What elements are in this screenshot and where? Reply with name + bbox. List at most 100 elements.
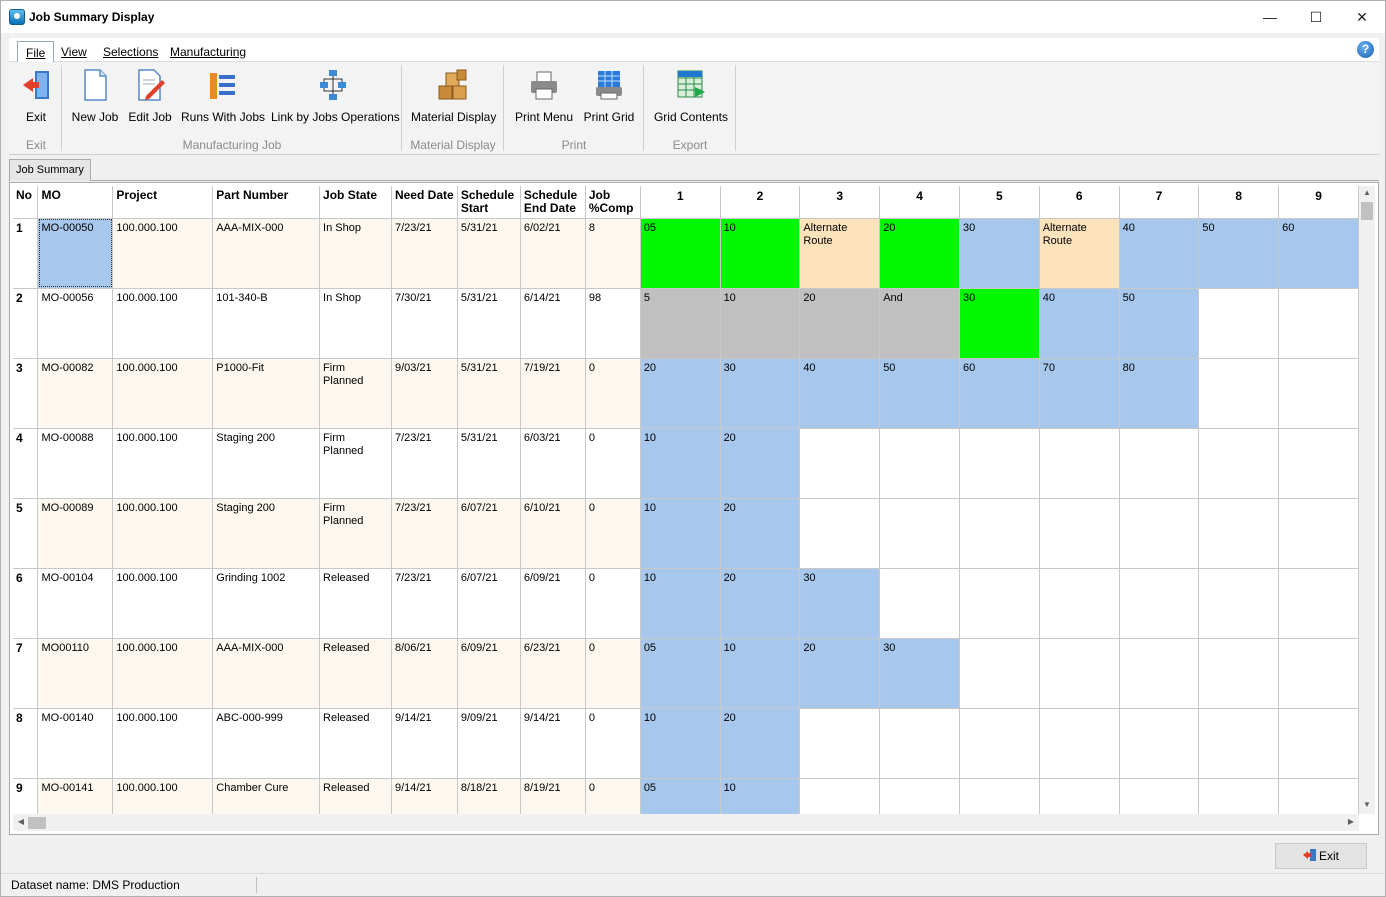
job-comp-cell[interactable]: 8 — [585, 218, 641, 289]
need-date-cell[interactable]: 7/23/21 — [391, 568, 458, 639]
grid-contents-button[interactable]: Grid Contents — [653, 66, 729, 126]
operation-cell[interactable] — [1039, 778, 1120, 814]
project-cell[interactable]: 100.000.100 — [112, 288, 214, 359]
menu-file[interactable]: File — [17, 41, 55, 63]
title-bar[interactable]: Job Summary Display — ☐ ✕ — [1, 1, 1385, 33]
operation-cell[interactable] — [959, 498, 1040, 569]
operation-cell[interactable] — [1119, 778, 1200, 814]
operation-cell[interactable] — [1278, 288, 1359, 359]
operation-cell[interactable] — [879, 568, 960, 639]
operation-cell[interactable] — [1039, 708, 1120, 779]
operation-cell[interactable] — [1278, 708, 1359, 779]
project-cell[interactable]: 100.000.100 — [112, 358, 214, 429]
operation-cell[interactable]: 40 — [1119, 218, 1200, 289]
operation-cell[interactable]: 40 — [799, 358, 881, 429]
operation-cell[interactable]: 30 — [959, 288, 1040, 359]
project-cell[interactable]: 100.000.100 — [112, 778, 214, 814]
operation-cell[interactable] — [879, 428, 960, 499]
job-comp-cell[interactable]: 0 — [585, 638, 641, 709]
job-comp-cell[interactable]: 0 — [585, 428, 641, 499]
help-icon[interactable]: ? — [1357, 41, 1374, 58]
operation-cell[interactable]: 60 — [1278, 218, 1359, 289]
project-cell[interactable]: 100.000.100 — [112, 498, 214, 569]
part-number-cell[interactable]: AAA-MIX-000 — [212, 218, 321, 289]
part-number-cell[interactable]: 101-340-B — [212, 288, 321, 359]
operation-cell[interactable] — [1198, 568, 1280, 639]
close-button[interactable]: ✕ — [1339, 1, 1385, 33]
project-cell[interactable]: 100.000.100 — [112, 708, 214, 779]
job-comp-cell[interactable]: 0 — [585, 358, 641, 429]
part-number-cell[interactable]: Staging 200 — [212, 498, 321, 569]
operation-cell[interactable] — [1119, 498, 1200, 569]
operation-cell[interactable] — [799, 498, 881, 569]
operation-cell[interactable]: 50 — [879, 358, 960, 429]
operation-cell[interactable] — [1278, 638, 1359, 709]
operation-cell[interactable] — [959, 638, 1040, 709]
schedule-end-date-cell[interactable]: 8/19/21 — [520, 778, 586, 814]
schedule-start-cell[interactable]: 5/31/21 — [457, 218, 521, 289]
table-row[interactable]: 2 MO-00056 100.000.100 101-340-B In Shop 7/30… — [13, 288, 1359, 359]
table-row[interactable]: 6 MO-00104 100.000.100 Grinding 1002 Release… — [13, 568, 1359, 639]
schedule-end-date-cell[interactable]: 6/14/21 — [520, 288, 586, 359]
job-state-cell[interactable]: Firm Planned — [319, 358, 392, 429]
mo-cell[interactable]: MO00110 — [37, 638, 114, 709]
job-state-cell[interactable]: Firm Planned — [319, 428, 392, 499]
column-header[interactable]: Job %Comp — [585, 186, 641, 219]
operation-cell[interactable]: 50 — [1119, 288, 1200, 359]
column-header[interactable]: No — [13, 186, 39, 219]
print-menu-button[interactable]: Print Menu — [513, 66, 575, 126]
operation-cell[interactable]: 80 — [1119, 358, 1200, 429]
need-date-cell[interactable]: 8/06/21 — [391, 638, 458, 709]
operation-cell[interactable]: 20 — [720, 498, 801, 569]
column-header[interactable]: 1 — [640, 186, 721, 219]
operation-cell[interactable] — [1278, 358, 1359, 429]
part-number-cell[interactable]: Grinding 1002 — [212, 568, 321, 639]
job-state-cell[interactable]: In Shop — [319, 218, 392, 289]
mo-cell[interactable]: MO-00104 — [37, 568, 114, 639]
job-state-cell[interactable]: Released — [319, 638, 392, 709]
row-number-cell[interactable]: 4 — [13, 428, 39, 499]
column-header[interactable]: 9 — [1278, 186, 1359, 219]
schedule-start-cell[interactable]: 8/18/21 — [457, 778, 521, 814]
operation-cell[interactable] — [959, 428, 1040, 499]
job-state-cell[interactable]: Firm Planned — [319, 498, 392, 569]
operation-cell[interactable] — [1198, 638, 1280, 709]
exit-ribbon-button[interactable]: Exit — [13, 66, 59, 126]
table-row[interactable]: 1 MO-00050 100.000.100 AAA-MIX-000 In Shop 7/… — [13, 218, 1359, 289]
operation-cell[interactable] — [959, 708, 1040, 779]
operation-cell[interactable]: 10 — [720, 288, 801, 359]
table-row[interactable]: 5 MO-00089 100.000.100 Staging 200 Firm Plan… — [13, 498, 1359, 569]
operation-cell[interactable] — [799, 428, 881, 499]
link-by-jobs-operations-button[interactable]: Link by Jobs Operations — [271, 66, 400, 126]
part-number-cell[interactable]: Staging 200 — [212, 428, 321, 499]
row-number-cell[interactable]: 1 — [13, 218, 39, 289]
schedule-start-cell[interactable]: 5/31/21 — [457, 358, 521, 429]
schedule-end-date-cell[interactable]: 6/09/21 — [520, 568, 586, 639]
need-date-cell[interactable]: 7/30/21 — [391, 288, 458, 359]
job-comp-cell[interactable]: 98 — [585, 288, 641, 359]
operation-cell[interactable]: 05 — [640, 218, 721, 289]
job-comp-cell[interactable]: 0 — [585, 498, 641, 569]
row-number-cell[interactable]: 5 — [13, 498, 39, 569]
operation-cell[interactable]: 20 — [799, 638, 881, 709]
schedule-start-cell[interactable]: 5/31/21 — [457, 288, 521, 359]
table-row[interactable]: 3 MO-00082 100.000.100 P1000-Fit Firm Planne… — [13, 358, 1359, 429]
mo-cell[interactable]: MO-00141 — [37, 778, 114, 814]
schedule-end-date-cell[interactable]: 6/23/21 — [520, 638, 586, 709]
column-header[interactable]: 7 — [1119, 186, 1200, 219]
scroll-up-arrow-icon[interactable]: ▲ — [1359, 188, 1375, 197]
operation-cell[interactable] — [1198, 358, 1280, 429]
schedule-end-date-cell[interactable]: 6/10/21 — [520, 498, 586, 569]
operation-cell[interactable]: 10 — [640, 708, 721, 779]
operation-cell[interactable] — [1119, 568, 1200, 639]
column-header[interactable]: 4 — [879, 186, 960, 219]
operation-cell[interactable]: 40 — [1039, 288, 1120, 359]
column-header[interactable]: 3 — [799, 186, 881, 219]
operation-cell[interactable] — [959, 778, 1040, 814]
runs-with-jobs-button[interactable]: Runs With Jobs — [181, 66, 265, 126]
scroll-down-arrow-icon[interactable]: ▼ — [1359, 800, 1375, 809]
row-number-cell[interactable]: 6 — [13, 568, 39, 639]
operation-cell[interactable] — [879, 708, 960, 779]
operation-cell[interactable] — [1039, 428, 1120, 499]
operation-cell[interactable] — [879, 778, 960, 814]
